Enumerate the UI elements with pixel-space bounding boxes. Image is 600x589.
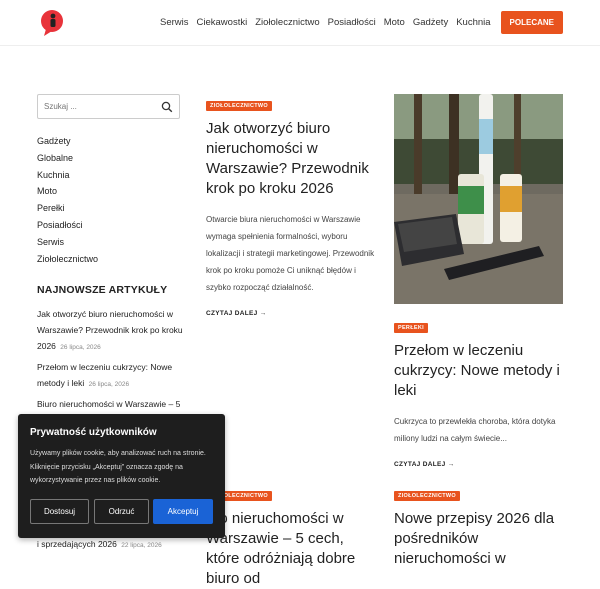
category-tag[interactable]: PERŁEKI bbox=[394, 323, 428, 333]
article-image[interactable] bbox=[394, 94, 563, 304]
category-item[interactable]: Posiadłości bbox=[37, 219, 197, 236]
category-tag[interactable]: ZIOŁOLECZNICTWO bbox=[206, 101, 272, 111]
latest-item[interactable]: i sprzedających 2026 22 lipca, 2026 bbox=[37, 539, 162, 549]
category-tag[interactable]: ZIOŁOLECZNICTWO bbox=[394, 491, 460, 501]
nav-item-moto[interactable]: Moto bbox=[384, 17, 405, 28]
read-more-link[interactable]: CZYTAJ DALEJ → bbox=[394, 461, 564, 468]
nav-item-ziololecznictwo[interactable]: Ziołolecznictwo bbox=[255, 17, 319, 28]
nav-item-kuchnia[interactable]: Kuchnia bbox=[456, 17, 490, 28]
latest-item-title[interactable]: Jak otworzyć biuro nieruchomości w Warsz… bbox=[37, 309, 183, 351]
article-card: ZIOŁOLECZNICTWO Jak otworzyć biuro nieru… bbox=[206, 94, 376, 317]
search-input[interactable] bbox=[38, 95, 153, 118]
nav-item-gadzety[interactable]: Gadżety bbox=[413, 17, 448, 28]
search-icon[interactable] bbox=[161, 101, 173, 113]
latest-item-date: 22 lipca, 2026 bbox=[121, 542, 162, 549]
category-item[interactable]: Serwis bbox=[37, 236, 197, 253]
cookie-title: Prywatność użytkowników bbox=[30, 427, 157, 438]
latest-item-date: 26 lipca, 2026 bbox=[88, 381, 130, 388]
article-title[interactable]: uro nieruchomości w Warszawie – 5 cech, … bbox=[206, 509, 376, 589]
article-title[interactable]: Nowe przepisy 2026 dla pośredników nieru… bbox=[394, 509, 564, 569]
article-excerpt: Otwarcie biura nieruchomości w Warszawie… bbox=[206, 215, 375, 292]
category-item[interactable]: Gadżety bbox=[37, 135, 197, 152]
latest-item-date: 26 lipca, 2026 bbox=[60, 344, 101, 351]
latest-item[interactable]: Przełom w leczeniu cukrzycy: Nowe metody… bbox=[37, 359, 187, 393]
polecane-button[interactable]: POLECANE bbox=[500, 11, 563, 34]
latest-item[interactable]: Biuro nieruchomości w Warszawie – 5 bbox=[37, 396, 187, 412]
reject-button[interactable]: Odrzuć bbox=[94, 499, 149, 524]
latest-heading: NAJNOWSZE ARTYKUŁY bbox=[37, 284, 168, 296]
search-box bbox=[37, 94, 180, 119]
article-card: ZIOŁOLECZNICTWO uro nieruchomości w Wars… bbox=[206, 484, 376, 589]
category-item[interactable]: Globalne bbox=[37, 152, 197, 169]
site-header: Serwis Ciekawostki Ziołolecznictwo Posia… bbox=[0, 0, 600, 46]
article-title[interactable]: Jak otworzyć biuro nieruchomości w Warsz… bbox=[206, 119, 376, 199]
nav-item-serwis[interactable]: Serwis bbox=[160, 17, 189, 28]
latest-item-title[interactable]: i sprzedających 2026 bbox=[37, 539, 117, 549]
category-item[interactable]: Perełki bbox=[37, 202, 197, 219]
category-item[interactable]: Kuchnia bbox=[37, 169, 197, 186]
customize-button[interactable]: Dostosuj bbox=[30, 499, 89, 524]
cookie-text: Używamy plików cookie, aby analizować ru… bbox=[30, 450, 206, 484]
nav-item-posiadlosci[interactable]: Posiadłości bbox=[328, 17, 376, 28]
category-item[interactable]: Moto bbox=[37, 185, 197, 202]
cookie-banner: Prywatność użytkowników Używamy plików c… bbox=[18, 414, 225, 538]
logo-icon[interactable] bbox=[40, 9, 64, 37]
article-card: PERŁEKI Przełom w leczeniu cukrzycy: Now… bbox=[394, 316, 564, 468]
article-card: ZIOŁOLECZNICTWO Nowe przepisy 2026 dla p… bbox=[394, 484, 564, 569]
read-more-link[interactable]: CZYTAJ DALEJ → bbox=[206, 310, 376, 317]
category-item[interactable]: Ziołolecznictwo bbox=[37, 253, 197, 270]
category-list: Gadżety Globalne Kuchnia Moto Perełki Po… bbox=[37, 135, 197, 269]
accept-button[interactable]: Akceptuj bbox=[153, 499, 213, 524]
main-nav: Serwis Ciekawostki Ziołolecznictwo Posia… bbox=[152, 11, 563, 34]
nav-item-ciekawostki[interactable]: Ciekawostki bbox=[197, 17, 248, 28]
latest-item[interactable]: Jak otworzyć biuro nieruchomości w Warsz… bbox=[37, 306, 187, 356]
article-title[interactable]: Przełom w leczeniu cukrzycy: Nowe metody… bbox=[394, 341, 564, 401]
latest-list: Jak otworzyć biuro nieruchomości w Warsz… bbox=[37, 306, 187, 415]
latest-item-title[interactable]: Biuro nieruchomości w Warszawie – 5 bbox=[37, 399, 180, 409]
article-excerpt: Cukrzyca to przewlekła choroba, która do… bbox=[394, 417, 556, 443]
